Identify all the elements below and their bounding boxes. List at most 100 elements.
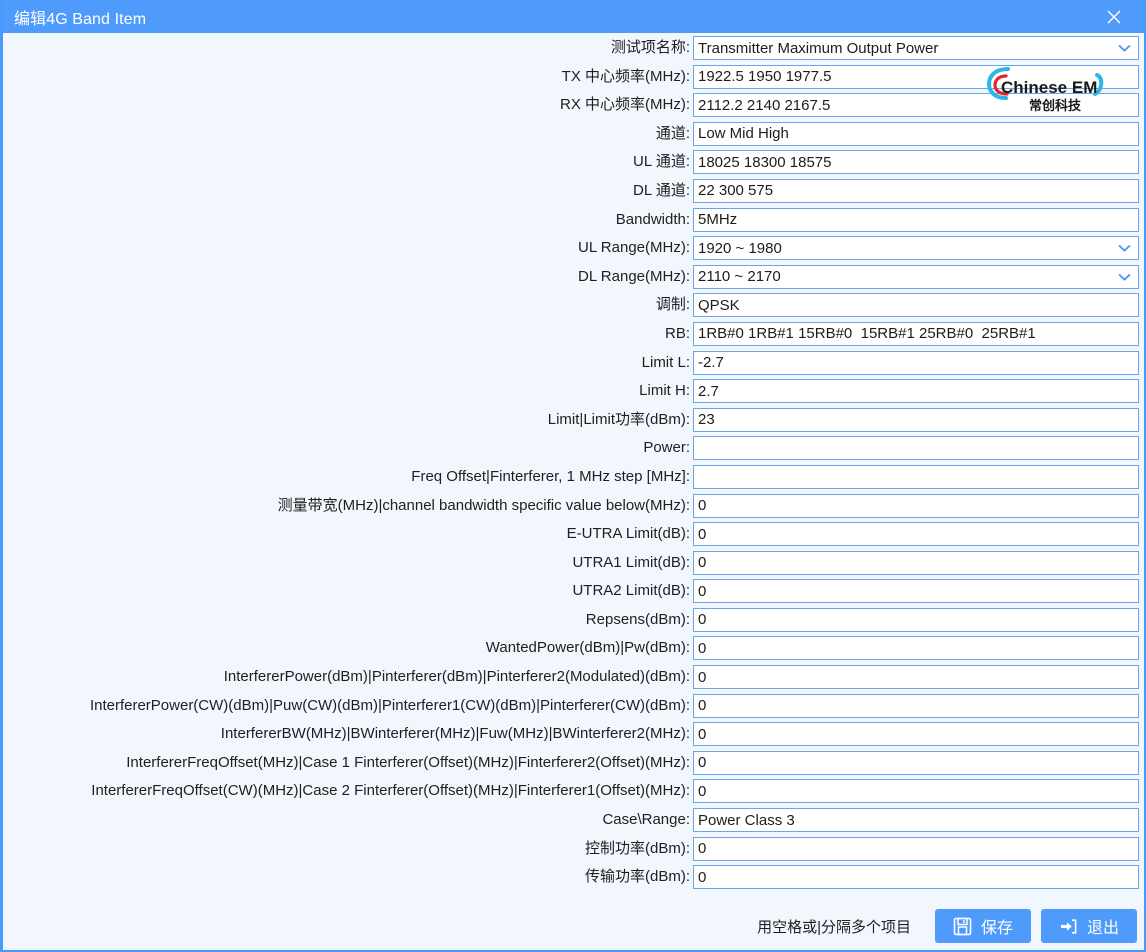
limit-l-input[interactable] xyxy=(693,350,1139,375)
form-row: 传输功率(dBm): xyxy=(3,865,1144,890)
ul-channel-input[interactable] xyxy=(693,150,1139,175)
footer-bar: 用空格或|分隔多个项目 保存 退出 xyxy=(3,908,1144,944)
form-row: UL 通道: xyxy=(3,150,1144,175)
footer-hint: 用空格或|分隔多个项目 xyxy=(757,918,911,936)
close-button[interactable] xyxy=(1092,0,1136,33)
interferer-freq-offset-input[interactable] xyxy=(693,750,1139,775)
modulation-field-wrap xyxy=(693,293,1139,318)
form-row: Limit|Limit功率(dBm): xyxy=(3,407,1144,432)
test-item-name-field-wrap xyxy=(693,36,1139,60)
measurement-bandwidth-field-wrap xyxy=(693,493,1139,518)
utra1-limit-input[interactable] xyxy=(693,550,1139,575)
rx-center-frequency-label: RX 中心频率(MHz): xyxy=(560,96,690,114)
channel-input[interactable] xyxy=(693,121,1139,146)
form-row: Repsens(dBm): xyxy=(3,607,1144,632)
limit-power-dbm-input[interactable] xyxy=(693,407,1139,432)
transmit-power-label: 传输功率(dBm): xyxy=(584,868,690,886)
form-row: TX 中心频率(MHz): xyxy=(3,64,1144,89)
limit-h-input[interactable] xyxy=(693,379,1139,404)
modulation-input[interactable] xyxy=(693,293,1139,318)
utra2-limit-input[interactable] xyxy=(693,579,1139,604)
limit-l-label: Limit L: xyxy=(641,353,690,371)
dl-range-input[interactable] xyxy=(693,264,1139,289)
wanted-power-field-wrap xyxy=(693,636,1139,661)
transmit-power-field-wrap xyxy=(693,865,1139,890)
form-row: Power: xyxy=(3,436,1144,461)
rx-center-frequency-input[interactable] xyxy=(693,93,1139,118)
form-row: InterfererPower(CW)(dBm)|Puw(CW)(dBm)|Pi… xyxy=(3,693,1144,718)
limit-power-dbm-label: Limit|Limit功率(dBm): xyxy=(547,410,690,428)
tx-center-frequency-input[interactable] xyxy=(693,64,1139,89)
channel-label: 通道: xyxy=(655,124,690,142)
form-row: DL Range(MHz): xyxy=(3,264,1144,289)
exit-arrow-icon xyxy=(1059,917,1078,936)
rb-input[interactable] xyxy=(693,321,1139,346)
interferer-power-input[interactable] xyxy=(693,665,1139,690)
dl-channel-input[interactable] xyxy=(693,178,1139,203)
control-power-field-wrap xyxy=(693,836,1139,861)
form-row: WantedPower(dBm)|Pw(dBm): xyxy=(3,636,1144,661)
ul-channel-label: UL 通道: xyxy=(633,153,690,171)
save-button[interactable]: 保存 xyxy=(935,909,1031,943)
save-button-label: 保存 xyxy=(980,920,1013,937)
dl-range-label: DL Range(MHz): xyxy=(578,267,690,285)
utra1-limit-field-wrap xyxy=(693,550,1139,575)
form-row: InterfererBW(MHz)|BWinterferer(MHz)|Fuw(… xyxy=(3,722,1144,747)
measurement-bandwidth-input[interactable] xyxy=(693,493,1139,518)
case-range-input[interactable] xyxy=(693,808,1139,833)
interferer-freq-offset-cw-input[interactable] xyxy=(693,779,1139,804)
ul-range-field-wrap xyxy=(693,236,1139,261)
form-row: InterfererPower(dBm)|Pinterferer(dBm)|Pi… xyxy=(3,665,1144,690)
form-row: UL Range(MHz): xyxy=(3,236,1144,261)
dl-channel-label: DL 通道: xyxy=(633,181,690,199)
floppy-disk-icon xyxy=(953,917,972,936)
form-row: Limit L: xyxy=(3,350,1144,375)
form-row: Bandwidth: xyxy=(3,207,1144,232)
control-power-label: 控制功率(dBm): xyxy=(584,839,690,857)
e-utra-limit-input[interactable] xyxy=(693,522,1139,547)
ul-range-input[interactable] xyxy=(693,236,1139,261)
form-row: InterfererFreqOffset(MHz)|Case 1 Finterf… xyxy=(3,750,1144,775)
form-row: RB: xyxy=(3,321,1144,346)
form-row: Case\Range: xyxy=(3,808,1144,833)
form-row: UTRA1 Limit(dB): xyxy=(3,550,1144,575)
title-bar: 编辑4G Band Item xyxy=(3,0,1144,33)
interferer-freq-offset-label: InterfererFreqOffset(MHz)|Case 1 Finterf… xyxy=(126,753,690,771)
ul-channel-field-wrap xyxy=(693,150,1139,175)
transmit-power-input[interactable] xyxy=(693,865,1139,890)
edit-4g-band-item-dialog: 编辑4G Band Item 测试项名称: TX 中心频率(MHz): RX 中心频… xyxy=(0,0,1146,952)
wanted-power-input[interactable] xyxy=(693,636,1139,661)
interferer-power-field-wrap xyxy=(693,665,1139,690)
freq-offset-input[interactable] xyxy=(693,464,1139,489)
interferer-bw-field-wrap xyxy=(693,722,1139,747)
interferer-bw-label: InterfererBW(MHz)|BWinterferer(MHz)|Fuw(… xyxy=(220,725,690,743)
dl-channel-field-wrap xyxy=(693,178,1139,203)
tx-center-frequency-label: TX 中心频率(MHz): xyxy=(561,67,690,85)
interferer-freq-offset-field-wrap xyxy=(693,750,1139,775)
interferer-freq-offset-cw-label: InterfererFreqOffset(CW)(MHz)|Case 2 Fin… xyxy=(91,782,690,800)
form-row: RX 中心频率(MHz): xyxy=(3,93,1144,118)
power-input[interactable] xyxy=(693,436,1139,461)
exit-button-label: 退出 xyxy=(1086,920,1119,937)
form-row: DL 通道: xyxy=(3,178,1144,203)
measurement-bandwidth-label: 测量带宽(MHz)|channel bandwidth specific val… xyxy=(277,496,690,514)
form-row: 控制功率(dBm): xyxy=(3,836,1144,861)
control-power-input[interactable] xyxy=(693,836,1139,861)
form-row: E-UTRA Limit(dB): xyxy=(3,522,1144,547)
e-utra-limit-field-wrap xyxy=(693,522,1139,547)
interferer-power-label: InterfererPower(dBm)|Pinterferer(dBm)|Pi… xyxy=(223,668,690,686)
interferer-bw-input[interactable] xyxy=(693,722,1139,747)
form-row: 测量带宽(MHz)|channel bandwidth specific val… xyxy=(3,493,1144,518)
exit-button[interactable]: 退出 xyxy=(1041,909,1137,943)
bandwidth-input[interactable] xyxy=(693,207,1139,232)
repsens-field-wrap xyxy=(693,607,1139,632)
interferer-power-cw-field-wrap xyxy=(693,693,1139,718)
form-row: UTRA2 Limit(dB): xyxy=(3,579,1144,604)
repsens-input[interactable] xyxy=(693,607,1139,632)
bandwidth-label: Bandwidth: xyxy=(615,210,690,228)
interferer-power-cw-input[interactable] xyxy=(693,693,1139,718)
limit-l-field-wrap xyxy=(693,350,1139,375)
e-utra-limit-label: E-UTRA Limit(dB): xyxy=(566,525,690,543)
test-item-name-input[interactable] xyxy=(693,36,1139,60)
form-row: Limit H: xyxy=(3,379,1144,404)
